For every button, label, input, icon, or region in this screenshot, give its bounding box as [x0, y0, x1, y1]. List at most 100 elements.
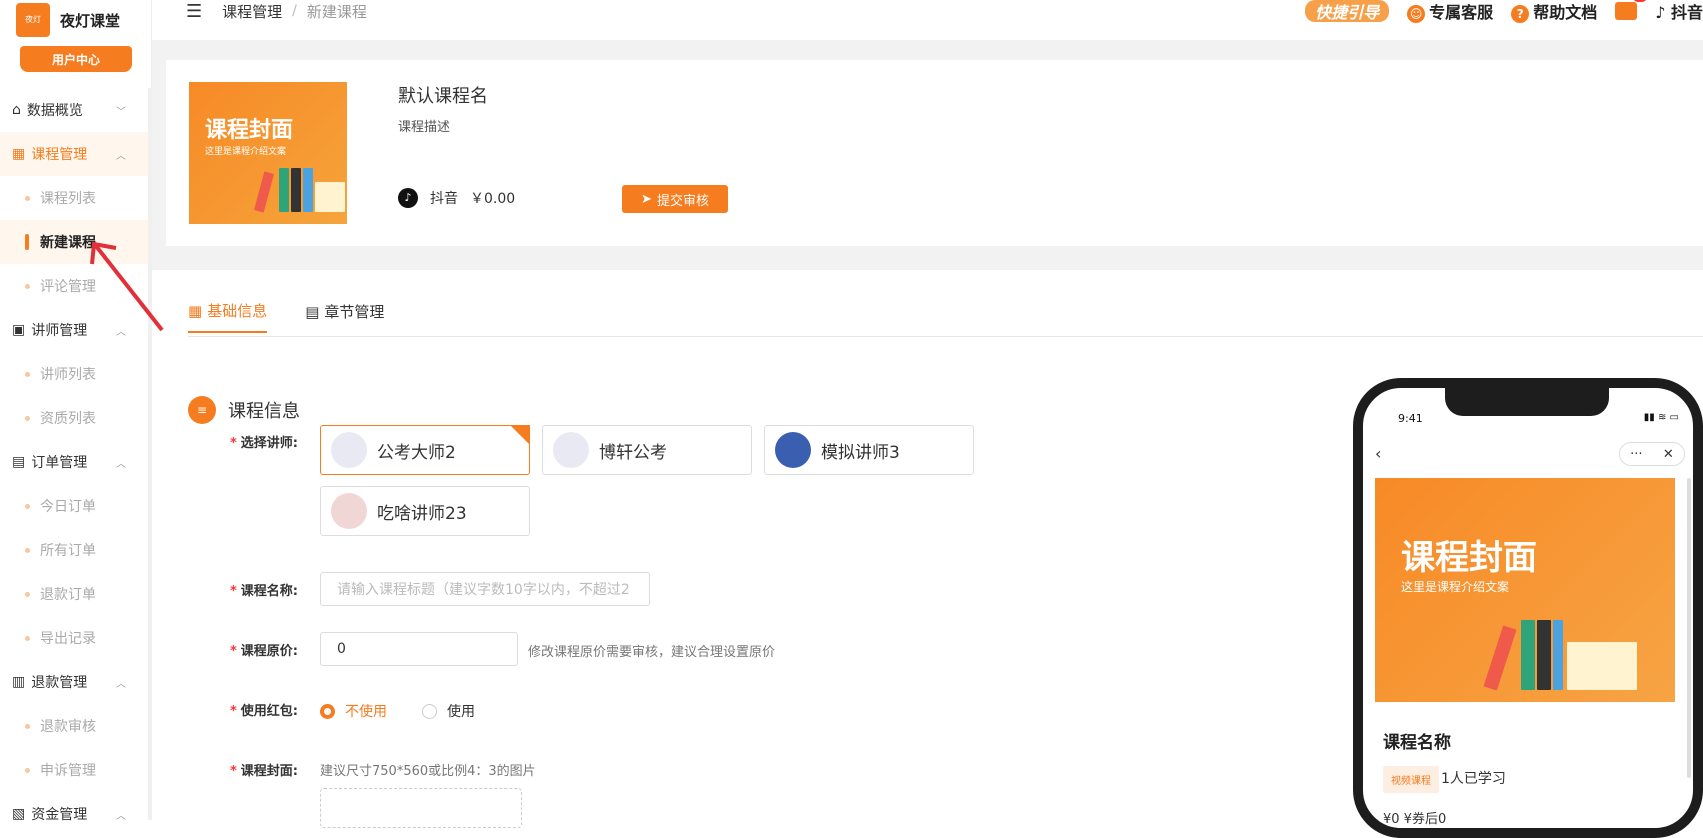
sidebar-item[interactable]: 讲师列表	[0, 352, 150, 396]
sidebar-group-label: 资金管理	[31, 807, 88, 823]
tab-basic-info[interactable]: ▦ 基础信息	[188, 300, 268, 333]
book-graphic	[253, 171, 275, 213]
teacher-avatar	[775, 432, 811, 468]
chat-icon: ≡	[188, 396, 216, 424]
cover-label: * 课程封面:	[229, 764, 298, 779]
sidebar-item-label: 退款订单	[40, 587, 96, 603]
course-name-label: * 课程名称:	[229, 584, 298, 599]
redpacket-option-yes[interactable]: 使用	[422, 701, 475, 721]
teacher-name: 公考大师2	[377, 442, 456, 463]
sidebar: 夜灯 夜灯课堂 用户中心 ⌂ 数据概览 ﹀ ▦ 课程管理 ︿ 课程列表 新建课程 评论管理 ▣ 讲师…	[0, 0, 152, 823]
bullet-dot	[25, 371, 30, 377]
phone-preview: 9:41 ▮▮ ≋ ▭ ‹ ··· ✕ 课程封面 这里是课程介绍文案 课程名称 …	[1353, 378, 1703, 838]
active-indicator	[25, 234, 29, 250]
teacher-option[interactable]: 博轩公考	[542, 425, 752, 475]
message-icon[interactable]: 2	[1615, 0, 1648, 20]
section-header: ≡ 课程信息	[188, 396, 300, 424]
sidebar-item[interactable]: 课程列表	[0, 176, 150, 220]
phone-price: ¥0 ¥券后0	[1383, 812, 1447, 827]
sidebar-item[interactable]: 资质列表	[0, 396, 150, 440]
sidebar-item[interactable]: 退款订单	[0, 572, 150, 616]
teacher-option[interactable]: 公考大师2	[320, 425, 530, 475]
logo-icon: 夜灯	[16, 3, 50, 37]
phone-cover-title: 课程封面	[1401, 538, 1537, 578]
phone-status-icons: ▮▮ ≋ ▭	[1643, 412, 1679, 423]
bullet-dot	[25, 415, 30, 421]
chevron-up-icon: ︿	[116, 150, 126, 162]
phone-time: 9:41	[1398, 412, 1423, 425]
sidebar-group-0[interactable]: ⌂ 数据概览 ﹀	[0, 88, 150, 132]
tab-label: 章节管理	[324, 303, 385, 321]
top-bar: ☰ 课程管理 / 新建课程 快捷引导 ☺专属客服 ?帮助文档 2 ♪ 抖音	[166, 0, 1703, 23]
teacher-name: 博轩公考	[599, 442, 667, 463]
sidebar-group-5[interactable]: ▧ 资金管理 ︿	[0, 792, 150, 836]
course-name-input[interactable]: 请输入课程标题（建议字数10字以内，不超过2	[320, 572, 650, 606]
sidebar-group-3[interactable]: ▤ 订单管理 ︿	[0, 440, 150, 484]
course-price-input[interactable]: 0	[320, 632, 518, 666]
sidebar-item-label: 申诉管理	[40, 763, 96, 779]
cover-upload-box[interactable]	[320, 788, 522, 828]
app-logo[interactable]: 夜灯 夜灯课堂	[16, 0, 156, 40]
redpacket-label: * 使用红包:	[229, 704, 298, 719]
sidebar-item[interactable]: 今日订单	[0, 484, 150, 528]
home-icon: ⌂	[12, 102, 21, 118]
cover-title: 课程封面	[205, 118, 294, 143]
sidebar-group-1[interactable]: ▦ 课程管理 ︿	[0, 132, 150, 176]
course-description: 课程描述	[398, 120, 451, 135]
sidebar-item[interactable]: 所有订单	[0, 528, 150, 572]
order-icon: ▤	[12, 454, 26, 470]
more-icon[interactable]: ···	[1630, 447, 1642, 462]
book-graphic	[1521, 620, 1535, 690]
radio-label: 不使用	[345, 704, 387, 720]
help-label: 帮助文档	[1533, 3, 1598, 22]
course-name: 默认课程名	[398, 86, 488, 107]
sidebar-item-label: 退款审核	[40, 719, 96, 735]
bullet-dot	[25, 591, 30, 597]
bullet-dot	[25, 723, 30, 729]
menu-toggle-icon[interactable]: ☰	[186, 1, 202, 22]
tabs: ▦ 基础信息 ▤ 章节管理	[188, 300, 384, 333]
platform-switch[interactable]: ♪ 抖音	[1655, 0, 1703, 23]
sidebar-group-label: 数据概览	[26, 103, 83, 119]
sidebar-item[interactable]: 申诉管理	[0, 748, 150, 792]
cover-hint: 建议尺寸750*560或比例4：3的图片	[320, 764, 536, 779]
bullet-dot	[25, 195, 30, 201]
breadcrumb-separator: /	[292, 3, 297, 19]
back-icon[interactable]: ‹	[1375, 444, 1381, 463]
user-center-button[interactable]: 用户中心	[20, 46, 132, 72]
course-price: ￥0.00	[470, 191, 516, 207]
grid-icon: ▦	[12, 146, 26, 162]
tab-chapter-management[interactable]: ▤ 章节管理	[305, 300, 384, 333]
book-stack-graphic	[315, 182, 345, 212]
book-graphic	[291, 168, 301, 212]
quick-guide-button[interactable]: 快捷引导	[1305, 0, 1390, 22]
help-link[interactable]: ? 帮助文档	[1511, 0, 1597, 23]
sidebar-item[interactable]: 退款审核	[0, 704, 150, 748]
radio-label: 使用	[447, 704, 475, 720]
sidebar-group-4[interactable]: ▥ 退款管理 ︿	[0, 660, 150, 704]
bullet-dot	[25, 503, 30, 509]
teacher-option[interactable]: 模拟讲师3	[764, 425, 974, 475]
sidebar-group-label: 课程管理	[31, 147, 88, 163]
breadcrumb-course-management[interactable]: 课程管理	[222, 1, 282, 22]
teacher-avatar	[331, 493, 367, 529]
redpacket-option-no[interactable]: 不使用	[320, 701, 387, 721]
selected-check-icon	[510, 425, 530, 445]
service-link[interactable]: ☺ 专属客服	[1407, 0, 1493, 23]
teacher-option[interactable]: 吃啥讲师23	[320, 486, 530, 536]
phone-notch	[1445, 388, 1609, 416]
service-label: 专属客服	[1429, 3, 1494, 22]
close-icon[interactable]: ✕	[1663, 447, 1674, 462]
bullet-dot	[25, 547, 30, 553]
price-hint: 修改课程原价需要审核，建议合理设置原价	[528, 645, 776, 660]
sidebar-item[interactable]: 导出记录	[0, 616, 150, 660]
book-graphic	[303, 168, 313, 212]
submit-review-button[interactable]: ➤ 提交审核	[622, 185, 728, 213]
teacher-icon: ▣	[12, 322, 26, 338]
sidebar-group-label: 讲师管理	[31, 323, 88, 339]
message-badge: 2	[1632, 0, 1648, 2]
cover-subtitle: 这里是课程介绍文案	[205, 147, 287, 157]
sidebar-item-label: 讲师列表	[40, 367, 96, 383]
phone-scrollbar[interactable]	[1687, 478, 1691, 778]
chevron-up-icon: ︿	[116, 458, 126, 470]
